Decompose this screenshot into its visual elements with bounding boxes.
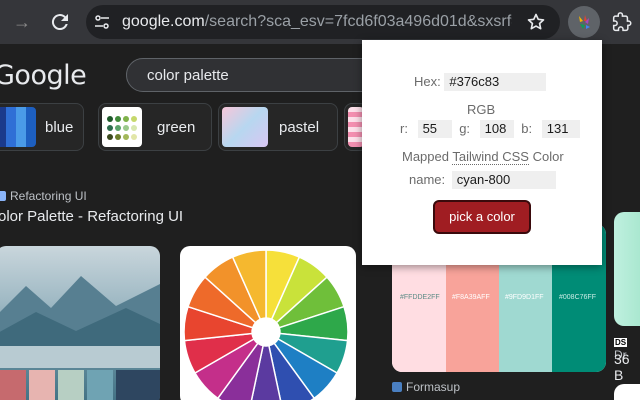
url-host: google.com [122,13,205,30]
mapped-prefix: Mapped [402,149,449,164]
refactoring-ui-favicon [0,191,6,201]
swatch-code: #FFDDE2FF [400,294,440,301]
hex-row: Hex: #376c83 [414,73,547,91]
hex-label: Hex: [414,74,441,89]
chip-thumbnail [102,107,142,147]
b-label: b: [521,121,533,136]
url-text[interactable]: google.com/search?sca_esv=7fcd6f03a496d0… [122,13,512,31]
hex-value-field[interactable]: #376c83 [444,73,547,91]
g-label: g: [459,121,471,136]
address-bar[interactable]: google.com/search?sca_esv=7fcd6f03a496d0… [86,5,560,39]
formasup-favicon [392,382,402,392]
swatch-code: #008C76FF [559,294,596,301]
color-wheel-graphic [183,249,349,400]
formasup-source-name: Formasup [406,380,461,394]
browser-toolbar: → google.com/search?sca_esv=7fcd6f03a496… [0,0,640,44]
name-label: name: [409,172,446,187]
partial-result-image-2[interactable] [614,384,640,400]
reload-icon[interactable] [48,10,72,34]
g-value-field[interactable]: 108 [479,120,514,138]
b-value-field[interactable]: 131 [541,120,580,138]
chip-green[interactable]: green [98,103,212,151]
site-info-icon[interactable] [94,14,110,30]
wheel-center [252,318,280,346]
far-right-title[interactable]: 36 B [614,351,640,383]
swatch-code: #F8A39AFF [452,294,490,301]
partial-result-image[interactable] [614,212,640,326]
result-source-name: Refactoring UI [10,189,87,203]
mapped-heading: Mapped Tailwind CSS Color [402,149,564,165]
landscape-image[interactable] [0,246,160,400]
formasup-source[interactable]: Formasup [392,380,460,394]
forward-arrow-icon[interactable]: → [12,12,32,32]
pick-color-button[interactable]: pick a color [433,200,531,234]
result-source[interactable]: Refactoring UI [0,189,87,203]
r-label: r: [400,121,408,136]
rgb-row: r: 55 g: 108 b: 131 [400,120,580,138]
tailwind-abbr: Tailwind CSS [452,149,529,165]
tailwind-name-field[interactable]: cyan-800 [451,171,556,189]
r-value-field[interactable]: 55 [417,120,452,138]
rgb-title: RGB [467,102,496,117]
chip-blue[interactable]: blue [0,103,84,151]
search-query: color palette [147,67,229,84]
google-logo[interactable]: Google [0,60,87,91]
search-input[interactable]: color palette [126,58,386,92]
extensions-puzzle-icon[interactable] [612,12,632,32]
chip-thumbnail [222,107,268,147]
far-right-favicon: DS [614,338,628,347]
chip-label: green [157,119,196,136]
name-row: name: cyan-800 [409,171,556,189]
chip-label: blue [45,119,74,136]
chip-label: pastel [279,119,320,136]
mapped-suffix: Color [532,149,564,164]
color-picker-extension-icon[interactable] [568,6,600,38]
url-path: /search?sca_esv=7fcd6f03a496d01d&sxsrf=A… [204,13,512,30]
color-picker-popup: Hex: #376c83 RGB r: 55 g: 108 b: 131 Map… [362,40,602,265]
color-wheel-image[interactable] [180,246,356,400]
swatch-code: #9FD9D1FF [505,294,544,301]
result-title[interactable]: olor Palette - Refactoring UI [0,208,183,225]
chip-thumbnail [0,107,36,147]
bookmark-star-icon[interactable] [526,12,546,32]
chip-pastel[interactable]: pastel [218,103,338,151]
